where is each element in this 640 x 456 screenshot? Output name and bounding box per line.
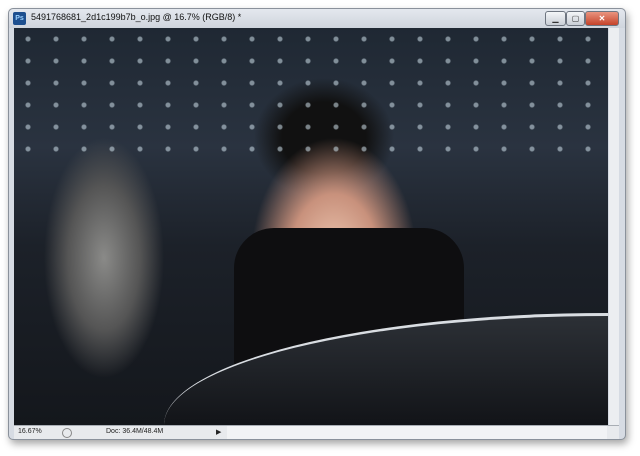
status-menu-arrow[interactable]: ▶ <box>216 428 221 436</box>
maximize-button[interactable]: ▢ <box>566 11 585 26</box>
bokeh-lights <box>14 28 608 158</box>
horizontal-scrollbar[interactable] <box>227 426 607 439</box>
document-title: 5491768681_2d1c199b7b_o.jpg @ 16.7% (RGB… <box>31 12 242 22</box>
photoshop-icon: Ps <box>13 12 26 25</box>
image-canvas[interactable] <box>14 28 608 425</box>
photo-car <box>164 313 608 425</box>
document-window: Ps 5491768681_2d1c199b7b_o.jpg @ 16.7% (… <box>8 8 626 440</box>
doc-size: Doc: 36.4M/48.4M <box>106 428 164 435</box>
clock-icon[interactable] <box>62 428 72 438</box>
title-bar[interactable]: Ps 5491768681_2d1c199b7b_o.jpg @ 16.7% (… <box>9 9 625 28</box>
vertical-scrollbar[interactable] <box>609 28 619 425</box>
zoom-level[interactable]: 16.67% <box>18 428 42 435</box>
close-button[interactable]: ✕ <box>585 11 619 26</box>
minimize-button[interactable]: ▁ <box>545 11 566 26</box>
status-bar: 16.67% Doc: 36.4M/48.4M ▶ <box>14 425 619 439</box>
